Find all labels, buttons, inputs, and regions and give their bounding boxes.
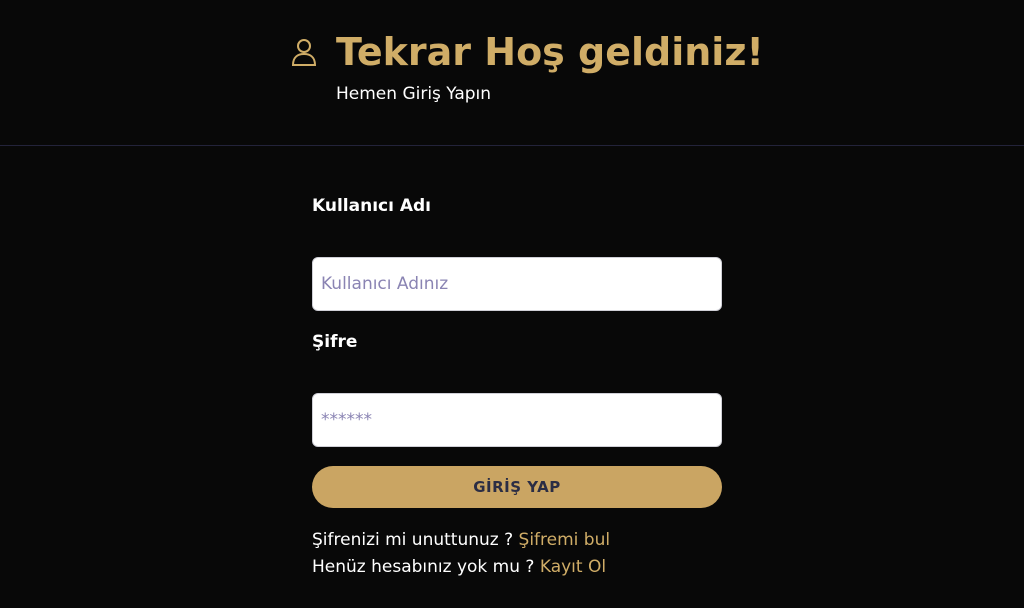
forgot-password-line: Şifrenizi mi unuttunuz ? Şifremi bul xyxy=(312,530,610,550)
forgot-password-link[interactable]: Şifremi bul xyxy=(519,530,611,550)
password-label: Şifre xyxy=(312,332,358,352)
password-input[interactable] xyxy=(312,393,722,447)
register-text: Henüz hesabınız yok mu ? xyxy=(312,557,540,577)
login-form: Kullanıcı Adı Şifre GİRİŞ YAP Şifrenizi … xyxy=(312,0,722,608)
username-label: Kullanıcı Adı xyxy=(312,196,432,216)
username-input[interactable] xyxy=(312,257,722,311)
register-link[interactable]: Kayıt Ol xyxy=(540,557,606,577)
register-line: Henüz hesabınız yok mu ? Kayıt Ol xyxy=(312,557,606,577)
login-button[interactable]: GİRİŞ YAP xyxy=(312,466,722,508)
forgot-password-text: Şifrenizi mi unuttunuz ? xyxy=(312,530,519,550)
